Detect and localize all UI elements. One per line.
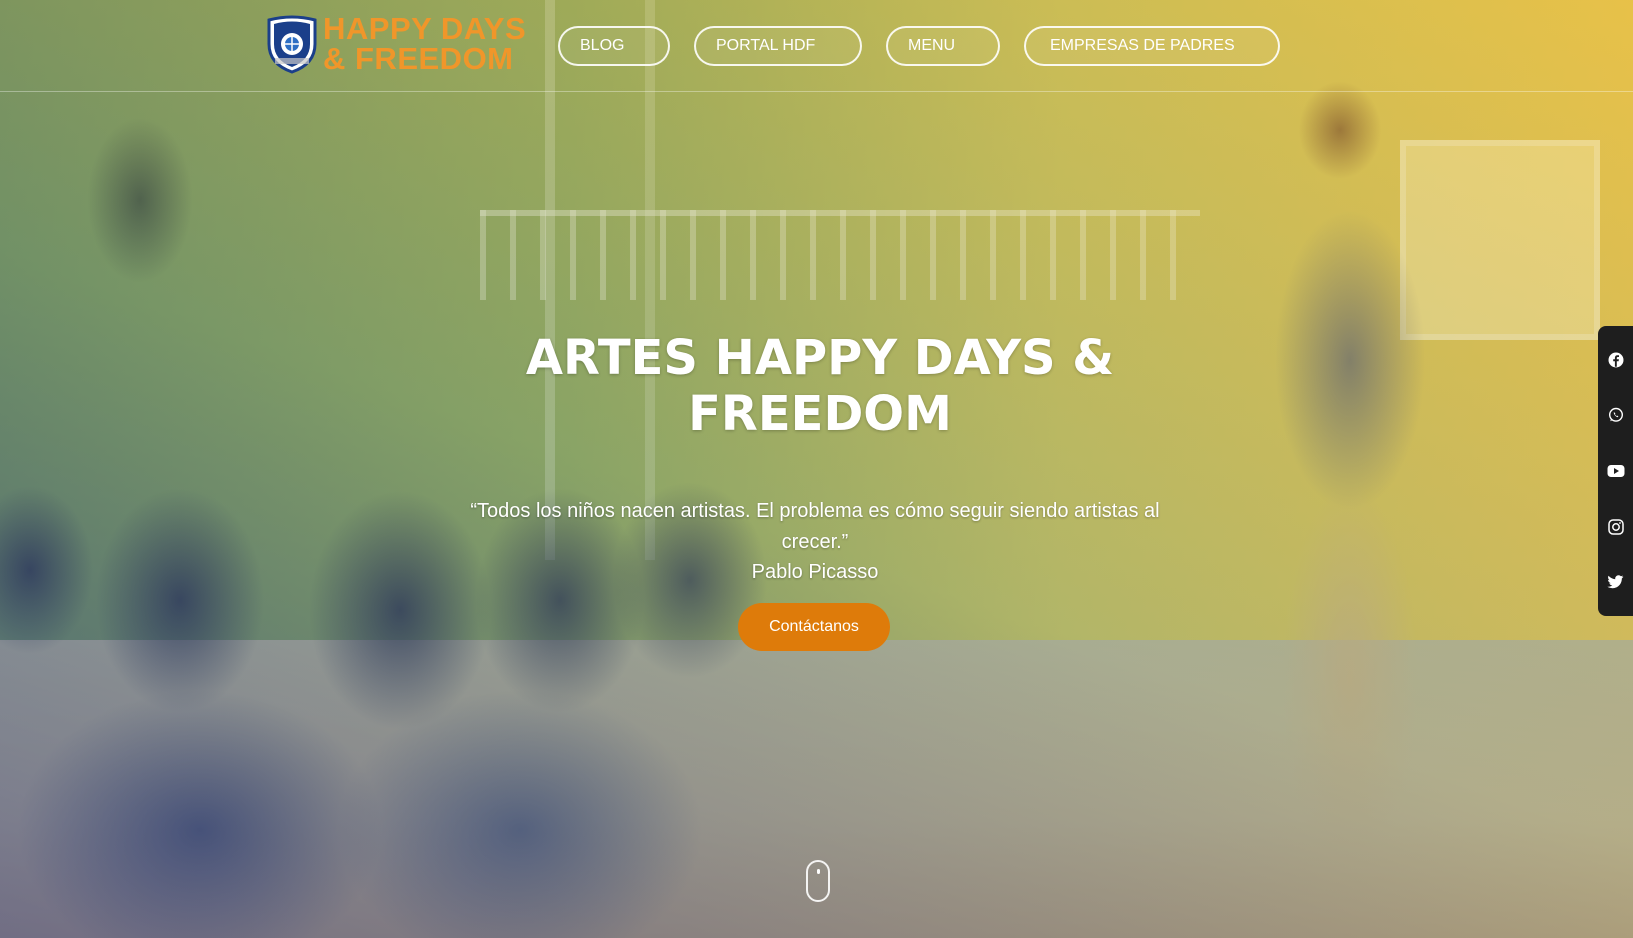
nav-item-menu[interactable]: MENU (886, 26, 1000, 66)
instagram-icon[interactable] (1607, 518, 1625, 536)
brand-line-2: & FREEDOM (323, 41, 514, 76)
main-nav: BLOG PORTAL HDF MENU EMPRESAS DE PADRES (558, 26, 1304, 66)
nav-item-portal-hdf[interactable]: PORTAL HDF (694, 26, 862, 66)
site-logo[interactable]: HAPPY DAYS & FREEDOM (265, 11, 527, 76)
hero-title: ARTES HAPPY DAYS & FREEDOM (525, 330, 1115, 442)
quote-author: Pablo Picasso (751, 561, 879, 583)
scroll-wheel (817, 869, 820, 874)
brand-name: HAPPY DAYS & FREEDOM (323, 11, 527, 76)
nav-item-blog[interactable]: BLOG (558, 26, 670, 66)
hero-gradient-overlay (0, 0, 1633, 938)
hero-quote: “Todos los niños nacen artistas. El prob… (470, 500, 1160, 553)
scroll-down-icon[interactable] (806, 860, 830, 902)
youtube-icon[interactable] (1607, 462, 1625, 480)
whatsapp-icon[interactable] (1607, 406, 1625, 424)
twitter-icon[interactable] (1607, 573, 1625, 591)
contact-button[interactable]: Contáctanos (738, 603, 890, 651)
hero-background (0, 0, 1633, 938)
social-sidebar (1598, 326, 1633, 616)
brand-line-1: HAPPY DAYS (323, 11, 527, 46)
school-crest-icon (265, 14, 319, 74)
facebook-icon[interactable] (1607, 351, 1625, 369)
site-header: HAPPY DAYS & FREEDOM BLOG PORTAL HDF MEN… (0, 0, 1633, 92)
nav-item-empresas-de-padres[interactable]: EMPRESAS DE PADRES (1024, 26, 1280, 66)
